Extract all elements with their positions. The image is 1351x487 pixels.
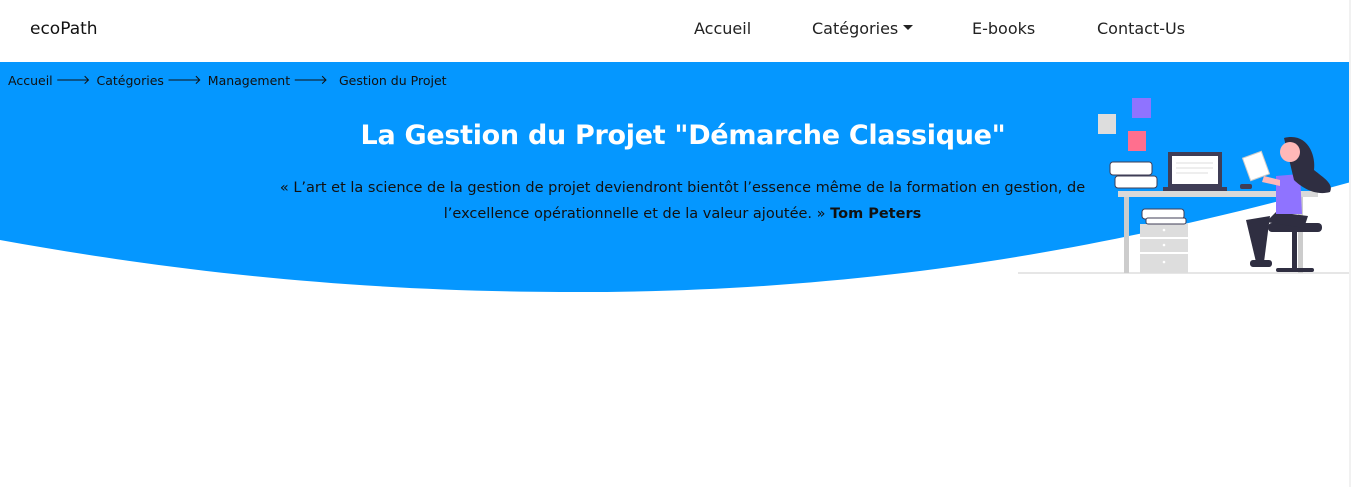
breadcrumb-home[interactable]: Accueil <box>8 73 53 88</box>
nav-link-ebooks[interactable]: E-books <box>972 19 1035 38</box>
arrow-right-icon: 🡒 <box>166 73 202 88</box>
hero-quote: « L’art et la science de la gestion de p… <box>260 175 1105 227</box>
quote-text: « L’art et la science de la gestion de p… <box>279 180 1086 222</box>
nav-link-home[interactable]: Accueil <box>694 19 751 38</box>
nav-link-categories-label: Catégories <box>812 19 899 38</box>
nav-link-categories[interactable]: Catégories <box>812 19 914 38</box>
breadcrumb-management[interactable]: Management <box>208 73 290 88</box>
quote-author: Tom Peters <box>830 206 922 222</box>
nav-link-contact[interactable]: Contact-Us <box>1097 19 1185 38</box>
hero-banner: Accueil 🡒 Catégories 🡒 Management 🡒 Gest… <box>0 62 1351 302</box>
top-navbar: ecoPath Accueil Catégories E-books Conta… <box>0 0 1351 62</box>
arrow-right-icon: 🡒 <box>293 73 328 88</box>
breadcrumb-categories[interactable]: Catégories <box>97 73 164 88</box>
breadcrumb-current: Gestion du Projet <box>339 72 447 88</box>
breadcrumb: Accueil 🡒 Catégories 🡒 Management 🡒 Gest… <box>8 72 447 89</box>
woman-at-desk-illustration <box>1018 98 1350 274</box>
brand-logo[interactable]: ecoPath <box>30 19 98 39</box>
caret-down-icon <box>903 25 914 30</box>
arrow-right-icon: 🡒 <box>55 73 91 88</box>
